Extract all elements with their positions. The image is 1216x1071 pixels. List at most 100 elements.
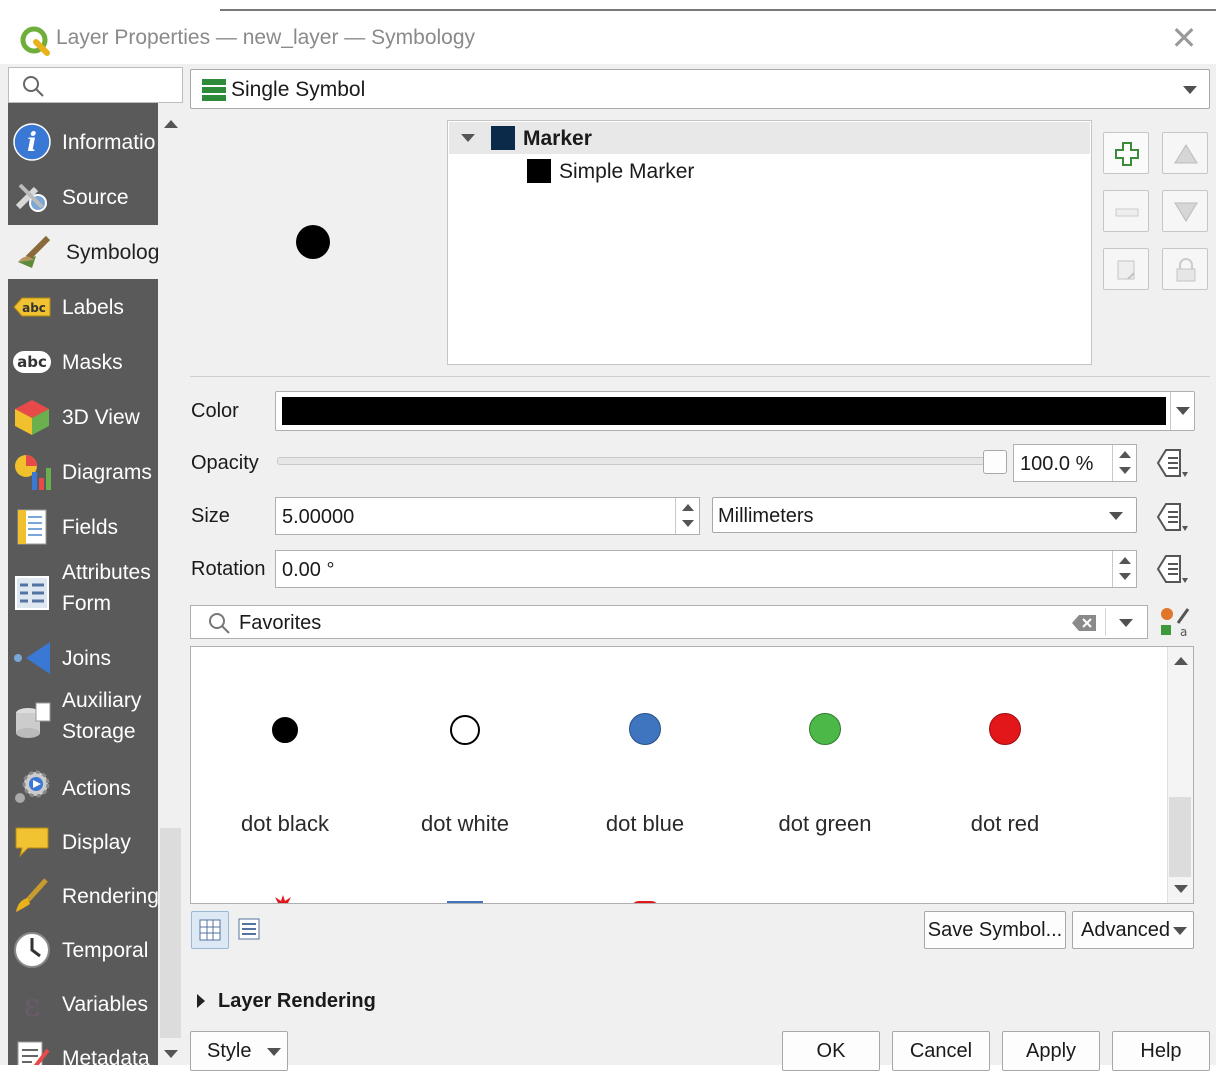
sidebar-item-temporal[interactable]: Temporal — [8, 923, 158, 977]
style-menu-button[interactable]: Style — [190, 1031, 288, 1071]
chevron-down-icon[interactable] — [1119, 619, 1133, 627]
tree-row-marker[interactable]: Marker — [449, 122, 1090, 154]
scroll-down-icon[interactable] — [1174, 885, 1188, 893]
sidebar-item-variables[interactable]: ε Variables — [8, 977, 158, 1031]
sidebar-search-input[interactable] — [8, 67, 183, 103]
scroll-up-icon[interactable] — [164, 120, 178, 128]
chevron-down-icon — [1183, 86, 1197, 94]
sidebar-item-label-line2: Storage — [62, 720, 136, 743]
symbol-preview — [296, 225, 330, 259]
data-defined-override-icon[interactable] — [1152, 552, 1192, 586]
tree-row-simple-marker[interactable]: Simple Marker — [449, 155, 1090, 187]
rotation-label: Rotation — [191, 558, 266, 580]
sidebar-item-display[interactable]: Display — [8, 815, 158, 869]
sidebar-item-fields[interactable]: Fields — [8, 500, 158, 554]
sidebar-item-masks[interactable]: abc Masks — [8, 335, 158, 389]
help-button[interactable]: Help — [1112, 1031, 1210, 1071]
spin-down-icon[interactable] — [1119, 573, 1131, 580]
fields-icon — [17, 509, 47, 545]
move-up-button[interactable] — [1162, 132, 1208, 174]
expand-arrow-icon[interactable] — [461, 134, 475, 142]
sidebar-item-label: Metadata — [62, 1047, 150, 1065]
symbol-layer-tree[interactable]: Marker Simple Marker — [447, 120, 1092, 365]
duplicate-layer-button[interactable] — [1103, 248, 1149, 290]
lock-layer-button[interactable] — [1162, 248, 1208, 290]
remove-layer-button[interactable] — [1103, 190, 1149, 232]
symbol-dot-red[interactable]: dot red — [915, 647, 1095, 887]
rotation-spinbox[interactable]: 0.00 ° — [275, 550, 1137, 588]
apply-button[interactable]: Apply — [1002, 1031, 1100, 1071]
library-scroll-thumb[interactable] — [1169, 797, 1191, 877]
style-manager-icon[interactable]: a — [1158, 605, 1192, 639]
display-speech-icon — [15, 827, 49, 858]
sidebar-item-attributes-form[interactable]: Attributes Form — [8, 555, 158, 631]
list-view-button[interactable] — [231, 911, 269, 949]
temporal-clock-icon — [14, 932, 50, 968]
symbol-dot-white[interactable]: dot white — [375, 647, 555, 887]
size-spinbox[interactable]: 5.00000 — [275, 497, 700, 535]
size-unit-select[interactable]: Millimeters — [712, 497, 1137, 533]
spin-up-icon[interactable] — [1119, 557, 1131, 564]
sidebar-item-label: Auxiliary — [62, 689, 142, 712]
spin-down-icon[interactable] — [1119, 467, 1131, 474]
cancel-button[interactable]: Cancel — [892, 1031, 990, 1071]
sidebar-item-metadata[interactable]: Metadata — [8, 1031, 158, 1065]
close-icon[interactable]: ✕ — [1168, 22, 1200, 54]
spin-down-icon[interactable] — [682, 520, 694, 527]
scroll-down-icon[interactable] — [164, 1050, 178, 1058]
opacity-spin-buttons[interactable] — [1112, 445, 1136, 481]
chevron-down-icon[interactable] — [1176, 407, 1190, 415]
sidebar-item-label: Display — [62, 831, 131, 854]
renderer-select[interactable]: Single Symbol — [190, 69, 1210, 109]
ok-button[interactable]: OK — [782, 1031, 880, 1071]
move-down-button[interactable] — [1162, 190, 1208, 232]
sidebar-item-label: Diagrams — [62, 461, 152, 484]
sidebar-item-symbology[interactable]: Symbolog — [8, 225, 158, 279]
library-scrollbar[interactable] — [1167, 647, 1193, 903]
svg-text:abc: abc — [17, 353, 47, 371]
star-red-partial-icon — [275, 895, 291, 903]
sidebar-item-auxiliary-storage[interactable]: Auxiliary Storage — [8, 685, 158, 761]
advanced-label: Advanced — [1081, 919, 1170, 941]
symbol-dot-green[interactable]: dot green — [735, 647, 915, 887]
data-defined-override-icon[interactable] — [1152, 446, 1192, 480]
sidebar-item-joins[interactable]: Joins — [8, 631, 158, 685]
symbol-library-search[interactable]: Favorites — [190, 605, 1148, 639]
clear-text-icon[interactable] — [1071, 614, 1097, 632]
sidebar-item-source[interactable]: Source — [8, 170, 158, 224]
sidebar-item-label: Temporal — [62, 939, 149, 962]
symbol-dot-blue[interactable]: dot blue — [555, 647, 735, 887]
rotation-spin-buttons[interactable] — [1112, 551, 1136, 587]
symbol-library-view[interactable]: dot black dot white dot blue dot green d… — [190, 646, 1194, 904]
sidebar-item-labels[interactable]: abc Labels — [8, 280, 158, 334]
color-button[interactable] — [275, 391, 1195, 431]
opacity-slider[interactable] — [277, 457, 1007, 465]
save-symbol-button[interactable]: Save Symbol... — [924, 911, 1066, 949]
sidebar-item-label-line2: Form — [62, 592, 111, 615]
joins-icon — [14, 642, 50, 674]
spin-up-icon[interactable] — [682, 504, 694, 511]
masks-abc-icon: abc — [13, 351, 51, 373]
expand-right-icon[interactable] — [197, 994, 205, 1008]
layer-rendering-section[interactable]: Layer Rendering — [218, 990, 376, 1013]
add-layer-button[interactable] — [1103, 132, 1149, 174]
symbol-dot-black[interactable]: dot black — [195, 647, 375, 887]
tree-root-label: Marker — [523, 127, 592, 150]
sidebar-item-information[interactable]: i Informatio — [8, 115, 158, 169]
size-spin-buttons[interactable] — [675, 498, 699, 534]
opacity-spinbox[interactable]: 100.0 % — [1013, 444, 1137, 482]
svg-text:ε: ε — [24, 986, 41, 1024]
opacity-slider-handle[interactable] — [983, 450, 1007, 474]
triangle-up-icon — [1174, 144, 1198, 164]
sidebar-item-3d-view[interactable]: 3D View — [8, 390, 158, 444]
sidebar-item-rendering[interactable]: Rendering — [8, 869, 158, 923]
scroll-up-icon[interactable] — [1174, 657, 1188, 665]
spin-up-icon[interactable] — [1119, 451, 1131, 458]
sidebar-scroll-thumb[interactable] — [160, 828, 181, 1038]
sidebar-item-actions[interactable]: Actions — [8, 761, 158, 815]
data-defined-override-icon[interactable] — [1152, 500, 1192, 534]
advanced-button[interactable]: Advanced — [1072, 911, 1194, 949]
sidebar-item-diagrams[interactable]: Diagrams — [8, 445, 158, 499]
icon-view-button[interactable] — [191, 911, 229, 949]
dot-red-icon — [989, 713, 1021, 745]
